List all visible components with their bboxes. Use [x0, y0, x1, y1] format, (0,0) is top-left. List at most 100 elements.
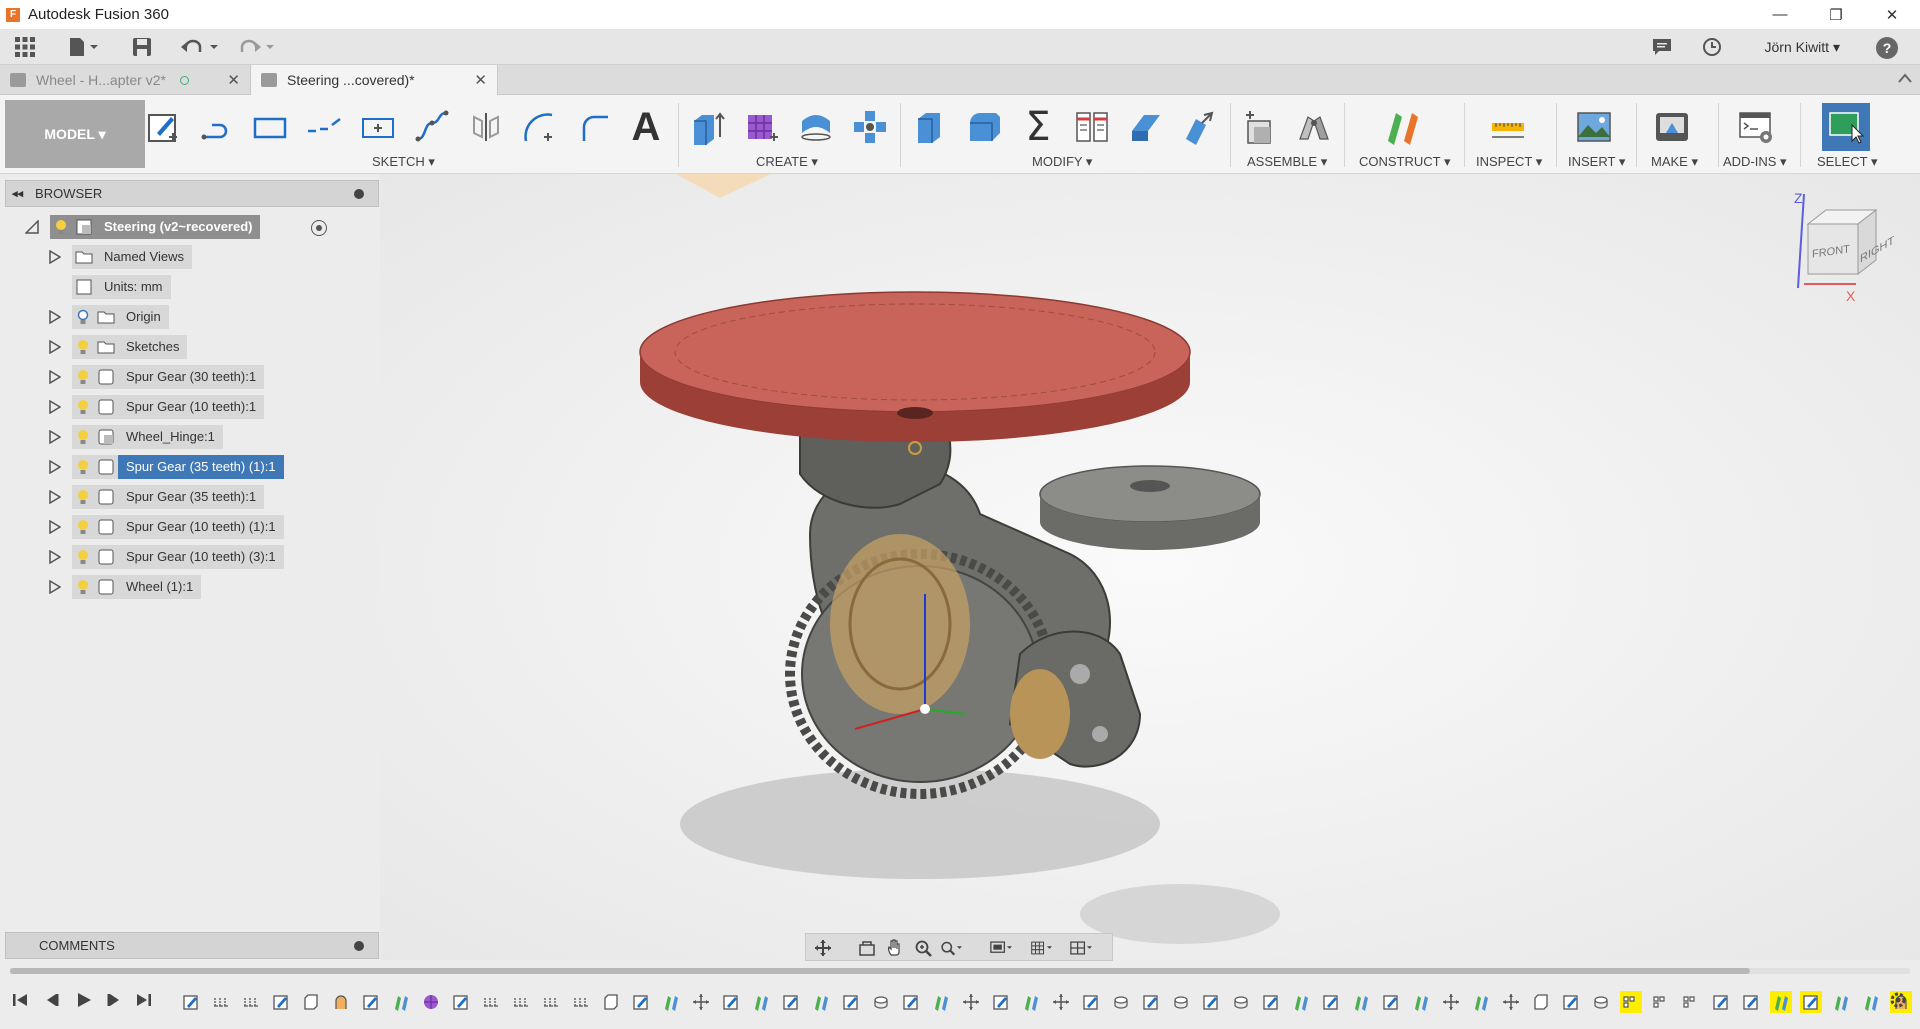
- close-window-button[interactable]: ✕: [1864, 0, 1920, 29]
- timeline-feature-sketch[interactable]: [450, 991, 472, 1013]
- timeline-feature-plane[interactable]: [750, 991, 772, 1013]
- expand-triangle-icon[interactable]: [49, 580, 61, 594]
- extrude-icon[interactable]: [688, 107, 728, 147]
- pan-hand-icon[interactable]: [884, 937, 906, 959]
- create-form-icon[interactable]: [742, 107, 782, 147]
- spur-gear-10-teeth[interactable]: [1039, 465, 1261, 550]
- visibility-bulb-icon[interactable]: [72, 485, 94, 509]
- expand-triangle-icon[interactable]: [49, 310, 61, 324]
- redo-icon[interactable]: [236, 35, 276, 59]
- create-sketch-icon[interactable]: [143, 107, 183, 147]
- timeline-feature-plane[interactable]: [1290, 991, 1312, 1013]
- point-tool-icon[interactable]: [358, 107, 398, 147]
- line-tool-icon[interactable]: [196, 107, 236, 147]
- timeline-feature-pat[interactable]: [1680, 991, 1702, 1013]
- timeline-feature-sketch[interactable]: [1710, 991, 1732, 1013]
- browser-header[interactable]: ◂◂ BROWSER: [5, 180, 379, 207]
- arc-tool-icon[interactable]: [520, 107, 560, 147]
- timeline-feature-joint[interactable]: [330, 991, 352, 1013]
- zoom-icon[interactable]: [912, 937, 934, 959]
- timeline-feature-mv[interactable]: [1500, 991, 1522, 1013]
- look-at-icon[interactable]: [856, 937, 878, 959]
- help-icon[interactable]: ?: [1876, 37, 1898, 59]
- undo-icon[interactable]: [180, 35, 220, 59]
- timeline-feature-rev[interactable]: [1230, 991, 1252, 1013]
- timeline-feature-plane[interactable]: [1020, 991, 1042, 1013]
- timeline-feature-sketch[interactable]: [780, 991, 802, 1013]
- timeline-feature-sketch[interactable]: [630, 991, 652, 1013]
- tree-node[interactable]: Wheel (1):1: [72, 575, 202, 599]
- tree-node[interactable]: Units: mm: [72, 275, 171, 299]
- press-pull-icon[interactable]: [910, 107, 950, 147]
- timeline-feature-cmp[interactable]: [570, 991, 592, 1013]
- timeline-feature-mv[interactable]: [1050, 991, 1072, 1013]
- timeline-feature-plane[interactable]: [1410, 991, 1432, 1013]
- tree-node[interactable]: Spur Gear (30 teeth):1: [72, 365, 265, 389]
- visibility-bulb-icon[interactable]: [72, 575, 94, 599]
- tree-item-spur-gear-35-1[interactable]: Spur Gear (35 teeth) (1):1: [5, 452, 379, 482]
- tab-steering[interactable]: Steering ...covered)* ✕: [250, 65, 498, 95]
- timeline-feature-cmp[interactable]: [480, 991, 502, 1013]
- timeline-feature-plane[interactable]: [660, 991, 682, 1013]
- timeline-feature-pat[interactable]: [1620, 991, 1642, 1013]
- file-menu-icon[interactable]: [68, 35, 98, 59]
- tree-item-units[interactable]: Units: mm: [5, 272, 379, 302]
- tree-node[interactable]: Spur Gear (10 teeth) (1):1: [72, 515, 284, 539]
- visibility-bulb-icon[interactable]: [72, 545, 94, 569]
- tree-item-origin[interactable]: Origin: [5, 302, 379, 332]
- expand-triangle-icon[interactable]: [49, 520, 61, 534]
- expand-triangle-icon[interactable]: [49, 430, 61, 444]
- expand-triangle-icon[interactable]: [49, 400, 61, 414]
- visibility-bulb-icon[interactable]: [72, 515, 94, 539]
- timeline-feature-body[interactable]: [300, 991, 322, 1013]
- split-body-icon[interactable]: [1126, 107, 1166, 147]
- timeline-feature-plane[interactable]: [1860, 991, 1882, 1013]
- make-menu[interactable]: MAKE ▾: [1651, 154, 1698, 170]
- tree-item-spur-gear-35[interactable]: Spur Gear (35 teeth):1: [5, 482, 379, 512]
- timeline-feature-sketch[interactable]: [270, 991, 292, 1013]
- tree-item-spur-gear-10-1[interactable]: Spur Gear (10 teeth) (1):1: [5, 512, 379, 542]
- insert-menu[interactable]: INSERT ▾: [1568, 154, 1625, 170]
- timeline-feature-plane[interactable]: [1350, 991, 1372, 1013]
- timeline-feature-sketch[interactable]: [990, 991, 1012, 1013]
- comments-panel[interactable]: COMMENTS: [5, 932, 379, 959]
- tree-node[interactable]: Spur Gear (10 teeth) (3):1: [72, 545, 284, 569]
- tree-item-wheel-1[interactable]: Wheel (1):1: [5, 572, 379, 602]
- text-tool-icon[interactable]: A: [626, 105, 666, 149]
- step-back-icon[interactable]: [42, 990, 62, 1010]
- tree-node[interactable]: Named Views: [72, 245, 192, 269]
- sketch-menu[interactable]: SKETCH ▾: [372, 154, 435, 170]
- save-icon[interactable]: [132, 35, 152, 59]
- grid-settings-icon[interactable]: [1030, 937, 1052, 959]
- timeline-feature-plane[interactable]: [1830, 991, 1852, 1013]
- 3d-print-icon[interactable]: [1652, 107, 1692, 147]
- tree-node[interactable]: Sketches: [72, 335, 188, 359]
- tree-item-spur-gear-10-3[interactable]: Spur Gear (10 teeth) (3):1: [5, 542, 379, 572]
- tree-node[interactable]: Spur Gear (10 teeth):1: [72, 395, 265, 419]
- addins-menu[interactable]: ADD-INS ▾: [1723, 154, 1787, 170]
- tree-node[interactable]: Wheel_Hinge:1: [72, 425, 223, 449]
- timeline-feature-sketch[interactable]: [1560, 991, 1582, 1013]
- timeline-feature-cmp[interactable]: [240, 991, 262, 1013]
- inspect-menu[interactable]: INSPECT ▾: [1476, 154, 1542, 170]
- modify-menu[interactable]: MODIFY ▾: [1032, 154, 1092, 170]
- tree-item-sketches[interactable]: Sketches: [5, 332, 379, 362]
- timeline-feature-plane[interactable]: [390, 991, 412, 1013]
- step-forward-icon[interactable]: [104, 990, 124, 1010]
- timeline-feature-sketch[interactable]: [1080, 991, 1102, 1013]
- timeline-feature-mv[interactable]: [1440, 991, 1462, 1013]
- viewports-icon[interactable]: [1070, 937, 1092, 959]
- timeline-feature-rev[interactable]: [1110, 991, 1132, 1013]
- timeline-feature-rev[interactable]: [1170, 991, 1192, 1013]
- expand-triangle-icon[interactable]: [49, 550, 61, 564]
- fillet-icon[interactable]: [964, 107, 1004, 147]
- job-status-clock-icon[interactable]: [1702, 35, 1722, 59]
- construct-menu[interactable]: CONSTRUCT ▾: [1359, 154, 1451, 170]
- rectangle-tool-icon[interactable]: [250, 107, 290, 147]
- tree-item-wheel-hinge[interactable]: Wheel_Hinge:1: [5, 422, 379, 452]
- collapse-browser-icon[interactable]: ◂◂: [12, 187, 23, 200]
- timeline-feature-plane[interactable]: [810, 991, 832, 1013]
- collapse-ribbon-icon[interactable]: [1898, 70, 1912, 86]
- change-parameters-icon[interactable]: [1072, 107, 1112, 147]
- select-menu[interactable]: SELECT ▾: [1817, 154, 1877, 170]
